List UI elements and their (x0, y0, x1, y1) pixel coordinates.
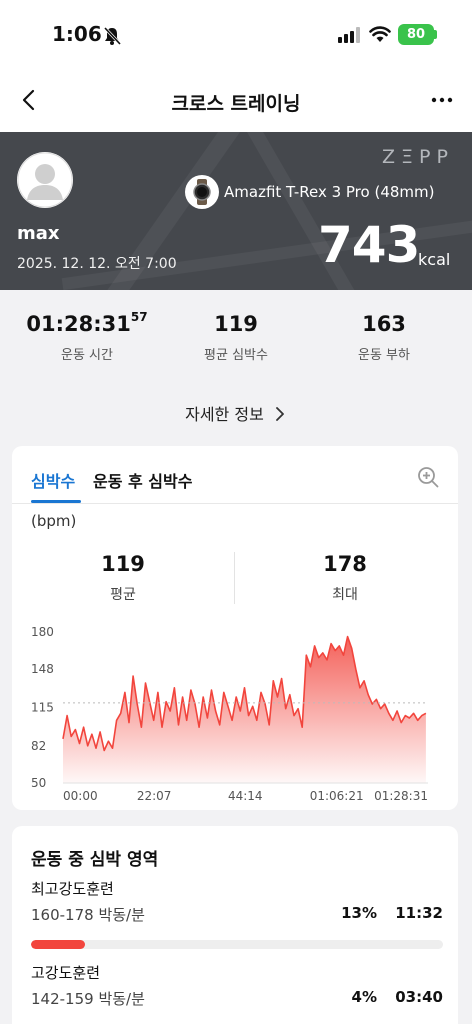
stat-value: 163 (362, 312, 406, 336)
hr-max-label: 최대 (332, 587, 358, 603)
zone-name: 최고강도훈련 (31, 880, 114, 898)
zone-item: 고강도훈련 142-159 박동/분 4% 03:40 (31, 962, 443, 1008)
heart-rate-area (63, 636, 426, 783)
y-tick-label: 82 (31, 739, 46, 753)
stat-label: 운동 시간 (61, 348, 113, 363)
details-link[interactable]: 자세한 정보 (0, 401, 472, 425)
battery-tip (434, 30, 437, 39)
stat-avg-heart-rate: 119 평균 심박수 (161, 312, 311, 363)
status-bar: 1:06 80 (0, 0, 472, 72)
calories-unit: kcal (418, 250, 451, 269)
y-tick-label: 50 (31, 776, 46, 790)
hr-max: 178 최대 (245, 552, 445, 604)
zone-name: 고강도훈련 (31, 964, 101, 982)
stat-label: 운동 부하 (358, 348, 410, 363)
workout-summary: 01:28:3157 운동 시간 119 평균 심박수 163 운동 부하 자세… (0, 290, 472, 446)
user-placeholder-icon (17, 152, 73, 208)
bell-muted-icon (103, 26, 122, 46)
zone-bar-track (31, 940, 443, 949)
device-name: Amazfit T-Rex 3 Pro (48mm) (224, 183, 435, 201)
zone-range: 160-178 박동/분 (31, 906, 145, 924)
tab-post-workout-heart-rate[interactable]: 운동 후 심박수 (93, 468, 192, 492)
hr-max-value: 178 (323, 552, 367, 576)
page-title: 크로스 트레이닝 (171, 93, 301, 115)
tab-divider (12, 503, 458, 504)
zoom-in-icon[interactable] (416, 465, 440, 489)
calories-value: 743 (318, 216, 420, 274)
zone-percent: 4% (351, 988, 377, 1006)
hr-average-value: 119 (101, 552, 145, 576)
x-tick-label: 44:14 (228, 789, 263, 803)
signal-icon (338, 27, 360, 43)
zone-duration: 03:40 (395, 988, 443, 1006)
chevron-right-icon (275, 407, 284, 421)
hr-average-label: 평균 (110, 587, 136, 603)
stat-fraction: 57 (130, 310, 148, 324)
zone-percent: 13% (341, 904, 377, 922)
stat-training-load: 163 운동 부하 (309, 312, 459, 363)
y-tick-label: 180 (31, 625, 54, 639)
zone-duration: 11:32 (395, 904, 443, 922)
zone-range: 142-159 박동/분 (31, 990, 145, 1008)
status-time: 1:06 (52, 22, 102, 46)
nav-bar: 크로스 트레이닝 (0, 72, 472, 132)
stat-divider (234, 552, 235, 604)
battery-indicator: 80 (398, 24, 434, 45)
workout-date: 2025. 12. 12. 오전 7:00 (17, 256, 177, 272)
tab-heart-rate[interactable]: 심박수 (31, 468, 75, 492)
heart-rate-chart: 180 148 115 82 50 00:00 22:07 44:14 01:06:21 01:2… (31, 625, 428, 803)
stat-value: 119 (214, 312, 258, 336)
stat-label: 평균 심박수 (204, 348, 268, 363)
avatar[interactable] (17, 152, 73, 208)
x-tick-label: 22:07 (137, 789, 172, 803)
zone-item: 최고강도훈련 160-178 박동/분 13% 11:32 (31, 878, 443, 949)
wifi-icon (369, 26, 391, 42)
x-tick-label: 01:28:31 (374, 789, 428, 803)
heart-rate-zones-card: 운동 중 심박 영역 최고강도훈련 160-178 박동/분 13% 11:32… (12, 826, 458, 1024)
x-tick-label: 00:00 (63, 789, 98, 803)
y-tick-label: 148 (31, 662, 54, 676)
zones-title: 운동 중 심박 영역 (31, 850, 159, 870)
heart-rate-card: 심박수 운동 후 심박수 (bpm) 119 평균 178 최대 180 148 1… (12, 446, 458, 810)
hr-average: 119 평균 (23, 552, 223, 604)
username: max (17, 223, 60, 244)
y-tick-label: 115 (31, 701, 54, 715)
chart-unit: (bpm) (31, 512, 77, 530)
zone-bar-fill (31, 940, 85, 949)
more-options-icon[interactable] (428, 86, 456, 114)
stat-duration: 01:28:3157 운동 시간 (12, 310, 162, 363)
battery-level: 80 (406, 27, 426, 42)
x-tick-label: 01:06:21 (310, 789, 364, 803)
workout-header: max 2025. 12. 12. 오전 7:00 ZΞPP Amazfit T… (0, 132, 472, 290)
watch-icon (185, 175, 219, 209)
brand-logo: ZΞPP (382, 146, 454, 168)
details-label: 자세한 정보 (185, 405, 264, 424)
stat-value: 01:28:3157 (26, 310, 148, 336)
